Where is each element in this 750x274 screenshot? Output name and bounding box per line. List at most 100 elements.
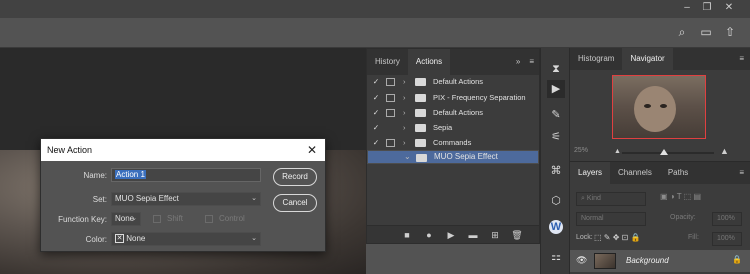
- fill-field[interactable]: 100%: [712, 232, 742, 246]
- color-select[interactable]: ✕ None ⌄: [111, 232, 261, 246]
- tab-channels[interactable]: Channels: [610, 162, 660, 184]
- lock-label: Lock:: [576, 234, 593, 241]
- panel-menu-icon[interactable]: ≡: [733, 48, 750, 70]
- panel-icon-strip: ⧗ ▶ ✎ ⚟ ⌘ ⬡ W ⚏: [540, 48, 570, 274]
- tab-paths[interactable]: Paths: [660, 162, 696, 184]
- zoom-level[interactable]: 25%: [574, 147, 588, 154]
- panel-menu-icon[interactable]: ≡: [733, 162, 750, 184]
- set-select[interactable]: MUO Sepia Effect ⌄: [111, 192, 261, 206]
- search-icon[interactable]: ⌕: [674, 24, 690, 40]
- list-item-selected[interactable]: ⌄ MUO Sepia Effect: [367, 150, 539, 164]
- new-action-icon[interactable]: ⊞: [489, 229, 501, 241]
- chevron-right-icon[interactable]: ›: [403, 91, 406, 105]
- workspace-icon[interactable]: ▭: [698, 24, 714, 40]
- record-icon[interactable]: ●: [423, 229, 435, 241]
- cancel-button[interactable]: Cancel: [273, 194, 317, 212]
- navigator-tabs: Histogram Navigator ≡: [570, 48, 750, 70]
- zoom-slider-handle[interactable]: [660, 149, 668, 155]
- brush-icon[interactable]: ✎: [547, 106, 565, 124]
- play-icon[interactable]: ▶: [445, 229, 457, 241]
- minimize-icon[interactable]: –: [680, 2, 694, 14]
- trash-icon[interactable]: 🗑: [511, 229, 523, 241]
- tab-actions[interactable]: Actions: [407, 49, 451, 75]
- opacity-field[interactable]: 100%: [712, 212, 742, 226]
- eye-icon[interactable]: 👁: [576, 255, 587, 266]
- opacity-label: Opacity:: [670, 214, 696, 221]
- chevron-right-icon[interactable]: ›: [403, 136, 406, 150]
- 3d-icon[interactable]: ⬡: [547, 192, 565, 210]
- chevron-down-icon[interactable]: ⌄: [404, 151, 411, 163]
- action-set-label: Default Actions: [433, 108, 484, 117]
- panel-menu-icon[interactable]: ≡: [524, 49, 539, 75]
- checkmark-icon[interactable]: ✓: [371, 136, 381, 150]
- folder-icon: [415, 139, 426, 147]
- properties-icon[interactable]: ⚏: [547, 248, 565, 266]
- filter-icons[interactable]: ▣ ◑ T ⬚ ▤: [660, 192, 701, 201]
- libraries-icon[interactable]: ⌘: [547, 162, 565, 180]
- color-label: Color:: [85, 235, 107, 244]
- function-key-select[interactable]: None ⌄: [111, 212, 141, 226]
- shift-label: Shift: [167, 214, 184, 223]
- checkmark-icon[interactable]: ✓: [371, 91, 381, 105]
- history-icon[interactable]: ⧗: [547, 60, 565, 78]
- list-item[interactable]: ✓ › Commands: [367, 136, 539, 150]
- action-set-label: Sepia: [433, 123, 453, 132]
- chevron-down-icon: ⌄: [131, 215, 137, 222]
- name-field-value: Action 1: [115, 170, 146, 179]
- chevron-right-icon[interactable]: ›: [403, 121, 406, 135]
- tab-navigator[interactable]: Navigator: [622, 48, 673, 70]
- zoom-out-icon[interactable]: ▲: [614, 148, 621, 155]
- navigator-panel: Histogram Navigator ≡ 25% ▲ ▲: [570, 48, 750, 162]
- zoom-slider[interactable]: [622, 152, 714, 154]
- checkmark-icon[interactable]: ✓: [371, 121, 381, 135]
- list-item[interactable]: ✓ › Sepia: [367, 121, 539, 135]
- dialog-toggle-icon[interactable]: [386, 139, 395, 147]
- action-set-label: PIX - Frequency Separation: [433, 93, 526, 102]
- tab-layers[interactable]: Layers: [570, 162, 611, 184]
- zoom-in-icon[interactable]: ▲: [720, 146, 729, 156]
- checkmark-icon[interactable]: ✓: [371, 75, 381, 89]
- stop-icon[interactable]: ■: [401, 229, 413, 241]
- layer-row[interactable]: 👁 Background 🔒: [570, 250, 750, 272]
- function-key-label: Function Key:: [58, 215, 107, 224]
- view-box[interactable]: [612, 75, 706, 139]
- close-icon[interactable]: ✕: [722, 2, 736, 14]
- record-button[interactable]: Record: [273, 168, 317, 186]
- lock-icons[interactable]: ⬚ ✎ ✥ ⊡ 🔒: [594, 233, 641, 242]
- adjustments-icon[interactable]: ⚟: [547, 128, 565, 146]
- dialog-title: New Action: [41, 139, 325, 161]
- dialog-toggle-icon[interactable]: [386, 109, 395, 117]
- restore-icon[interactable]: ❐: [700, 2, 714, 14]
- collapse-icon[interactable]: »: [512, 49, 524, 75]
- shift-checkbox[interactable]: [153, 215, 161, 223]
- wordpress-icon[interactable]: W: [549, 220, 563, 234]
- filter-kind-label: Kind: [586, 195, 601, 202]
- dialog-toggle-icon[interactable]: [386, 94, 395, 102]
- dialog-toggle-icon[interactable]: [386, 78, 395, 86]
- lock-icon[interactable]: 🔒: [732, 255, 742, 264]
- control-checkbox[interactable]: [205, 215, 213, 223]
- list-item[interactable]: ✓ › Default Actions: [367, 106, 539, 120]
- action-set-label: MUO Sepia Effect: [434, 152, 498, 161]
- list-item[interactable]: ✓ › Default Actions: [367, 75, 539, 89]
- new-set-folder-icon[interactable]: ▬: [467, 229, 479, 241]
- fill-label: Fill:: [688, 234, 699, 241]
- folder-icon: [415, 124, 426, 132]
- chevron-right-icon[interactable]: ›: [403, 75, 406, 89]
- layer-name[interactable]: Background: [626, 256, 669, 265]
- color-select-value: None: [126, 234, 146, 243]
- list-item[interactable]: ✓ › PIX - Frequency Separation: [367, 91, 539, 105]
- chevron-right-icon[interactable]: ›: [403, 106, 406, 120]
- close-icon[interactable]: ✕: [305, 139, 319, 161]
- folder-icon: [415, 109, 426, 117]
- folder-icon: [415, 78, 426, 86]
- checkmark-icon[interactable]: ✓: [371, 106, 381, 120]
- share-icon[interactable]: ⇧: [722, 24, 738, 40]
- name-field[interactable]: Action 1: [111, 168, 261, 182]
- control-label: Control: [219, 214, 245, 223]
- blend-mode-select[interactable]: Normal: [576, 212, 646, 226]
- tab-history[interactable]: History: [367, 49, 408, 75]
- layer-filter-select[interactable]: ⌕ Kind: [576, 192, 646, 206]
- tab-histogram[interactable]: Histogram: [570, 48, 622, 70]
- actions-icon[interactable]: ▶: [547, 80, 565, 98]
